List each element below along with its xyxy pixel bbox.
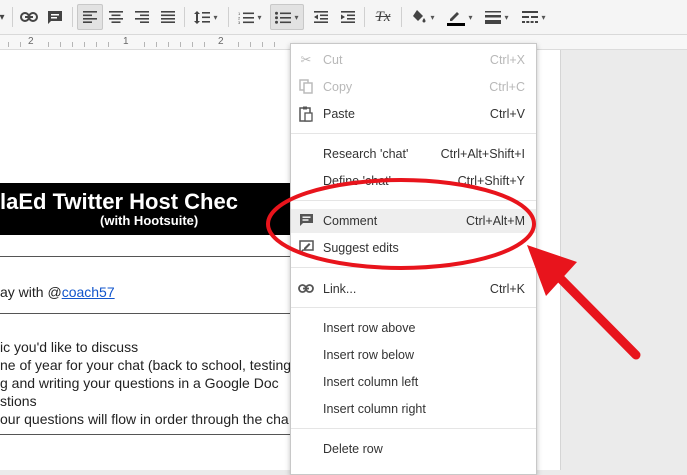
menu-item-comment[interactable]: Comment Ctrl+Alt+M <box>291 209 536 233</box>
align-justify-icon[interactable] <box>156 4 180 30</box>
list-item: g and writing your questions in a Google… <box>0 375 279 391</box>
scissors-icon: ✂ <box>300 52 312 67</box>
toolbar: ▾ ▾ 1 2 3 ▾ ▾ Tx ▾ ▾ ▾ ▾ <box>0 0 687 35</box>
link-icon[interactable] <box>17 4 41 30</box>
paste-icon <box>298 106 314 122</box>
line-spacing-icon[interactable]: ▾ <box>189 4 223 30</box>
suggest-edits-icon <box>298 240 314 256</box>
increase-indent-icon[interactable] <box>336 4 360 30</box>
menu-item-cut[interactable]: ✂ Cut Ctrl+X <box>291 48 536 72</box>
menu-item-insert-row-below[interactable]: Insert row below <box>291 343 536 367</box>
copy-icon <box>298 79 314 95</box>
ruler-mark: 2 <box>218 36 224 47</box>
ruler-mark: 1 <box>123 36 129 47</box>
host-line: ay with @coach57 <box>0 284 115 300</box>
coach57-link[interactable]: coach57 <box>62 284 115 300</box>
banner-subtitle: (with Hootsuite) <box>100 213 199 228</box>
menu-item-insert-row-above[interactable]: Insert row above <box>291 316 536 340</box>
menu-separator <box>291 267 536 268</box>
border-color-icon[interactable]: ▾ <box>443 4 477 30</box>
menu-separator <box>291 428 536 429</box>
menu-item-define[interactable]: Define 'chat' Ctrl+Shift+Y <box>291 169 536 193</box>
bulleted-list-icon[interactable]: ▾ <box>270 4 304 30</box>
align-left-icon[interactable] <box>77 4 103 30</box>
decrease-indent-icon[interactable] <box>309 4 333 30</box>
menu-item-delete-row[interactable]: Delete row <box>291 437 536 461</box>
fill-color-icon[interactable]: ▾ <box>406 4 440 30</box>
align-center-icon[interactable] <box>104 4 128 30</box>
menu-item-link[interactable]: Link... Ctrl+K <box>291 277 536 301</box>
menu-item-paste[interactable]: Paste Ctrl+V <box>291 102 536 126</box>
border-weight-icon[interactable]: ▾ <box>480 4 514 30</box>
table-border <box>0 434 300 435</box>
list-item: our questions will flow in order through… <box>0 411 289 427</box>
table-border <box>0 256 300 257</box>
menu-item-research[interactable]: Research 'chat' Ctrl+Alt+Shift+I <box>291 142 536 166</box>
menu-item-insert-column-right[interactable]: Insert column right <box>291 397 536 421</box>
menu-item-insert-column-left[interactable]: Insert column left <box>291 370 536 394</box>
align-right-icon[interactable] <box>130 4 154 30</box>
annotation-arrow-shaft <box>549 267 641 360</box>
menu-separator <box>291 200 536 201</box>
menu-item-copy[interactable]: Copy Ctrl+C <box>291 75 536 99</box>
context-menu: ✂ Cut Ctrl+X Copy Ctrl+C Paste Ctrl+V Re… <box>290 43 537 475</box>
comment-icon <box>298 213 314 229</box>
menu-separator <box>291 307 536 308</box>
numbered-list-icon[interactable]: 1 2 3 ▾ <box>233 4 267 30</box>
link-icon <box>298 281 314 297</box>
checklist: ic you'd like to discuss ne of year for … <box>0 338 291 428</box>
list-item: stions <box>0 393 37 409</box>
clear-formatting-icon[interactable]: Tx <box>370 4 396 30</box>
list-item: ic you'd like to discuss <box>0 339 139 355</box>
border-dash-icon[interactable]: ▾ <box>517 4 551 30</box>
table-border <box>0 313 300 314</box>
toolbar-overflow[interactable]: ▾ <box>0 4 8 30</box>
insert-comment-icon[interactable] <box>43 4 67 30</box>
table-banner[interactable]: laEd Twitter Host Chec (with Hootsuite) <box>0 183 300 235</box>
banner-title: laEd Twitter Host Chec <box>0 189 238 214</box>
ruler-mark: 2 <box>28 36 34 47</box>
menu-item-suggest-edits[interactable]: Suggest edits <box>291 236 536 260</box>
svg-text:3: 3 <box>238 20 241 24</box>
menu-separator <box>291 133 536 134</box>
list-item: ne of year for your chat (back to school… <box>0 357 292 373</box>
